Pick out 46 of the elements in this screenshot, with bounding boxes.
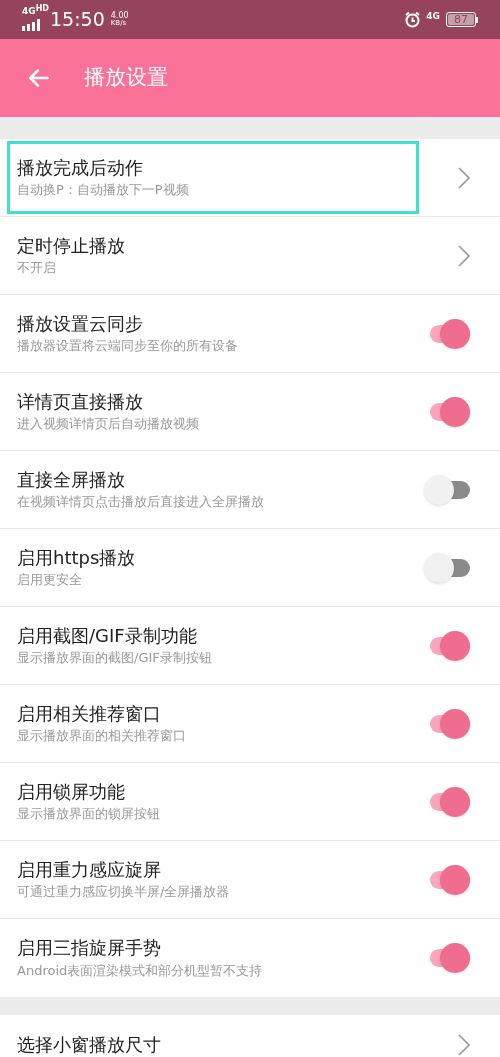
- setting-row[interactable]: 启用锁屏功能 显示播放界面的锁屏按钮: [0, 763, 500, 841]
- setting-subtitle: Android表面渲染模式和部分机型暂不支持: [17, 962, 264, 979]
- setting-subtitle: 显示播放界面的锁屏按钮: [17, 806, 161, 823]
- setting-title: 详情页直接播放: [17, 390, 144, 414]
- setting-row[interactable]: 选择小窗播放尺寸: [0, 1015, 500, 1057]
- setting-title: 启用相关推荐窗口: [17, 702, 162, 726]
- alarm-icon: [404, 11, 422, 28]
- setting-row[interactable]: 播放设置云同步 播放器设置将云端同步至你的所有设备: [0, 295, 500, 373]
- setting-title: 直接全屏播放: [17, 468, 126, 492]
- setting-row[interactable]: 启用截图/GIF录制功能 显示播放界面的截图/GIF录制按钮: [0, 607, 500, 685]
- network-type: 4G: [22, 5, 36, 18]
- setting-subtitle: 显示播放界面的相关推荐窗口: [17, 728, 187, 745]
- setting-title: 启用截图/GIF录制功能: [17, 624, 198, 648]
- setting-subtitle: 显示播放界面的截图/GIF录制按钮: [17, 650, 213, 667]
- setting-title: 播放完成后动作: [17, 156, 144, 180]
- setting-subtitle: 播放器设置将云端同步至你的所有设备: [17, 338, 239, 355]
- setting-subtitle: 不开启: [17, 260, 57, 277]
- setting-row[interactable]: 启用重力感应旋屏 可通过重力感应切换半屏/全屏播放器: [0, 841, 500, 919]
- chevron-icon: [458, 1034, 470, 1056]
- setting-title: 启用锁屏功能: [17, 780, 126, 804]
- setting-row[interactable]: 直接全屏播放 在视频详情页点击播放后直接进入全屏播放: [0, 451, 500, 529]
- chevron-icon: [458, 166, 470, 189]
- setting-subtitle: 启用更安全: [17, 572, 83, 589]
- chevron-icon: [458, 244, 470, 267]
- setting-title: 启用三指旋屏手势: [17, 937, 162, 960]
- toggle-switch[interactable]: [424, 552, 470, 583]
- setting-title: 播放设置云同步: [17, 312, 144, 336]
- setting-row[interactable]: 启用https播放 启用更安全: [0, 529, 500, 607]
- setting-title: 定时停止播放: [17, 234, 126, 258]
- setting-row[interactable]: 定时停止播放 不开启: [0, 217, 500, 295]
- setting-subtitle: 在视频详情页点击播放后直接进入全屏播放: [17, 494, 265, 511]
- battery-level: 87: [454, 14, 468, 25]
- setting-subtitle: 可通过重力感应切换半屏/全屏播放器: [17, 884, 231, 901]
- page-title: 播放设置: [84, 64, 168, 92]
- setting-row[interactable]: 启用相关推荐窗口 显示播放界面的相关推荐窗口: [0, 685, 500, 763]
- setting-row[interactable]: 详情页直接播放 进入视频详情页后自动播放视频: [0, 373, 500, 451]
- setting-row[interactable]: 启用三指旋屏手势 Android表面渲染模式和部分机型暂不支持: [0, 919, 500, 997]
- setting-subtitle: 进入视频详情页后自动播放视频: [17, 416, 200, 433]
- setting-title: 启用重力感应旋屏: [17, 858, 162, 882]
- clock-time: 15:50: [50, 7, 105, 33]
- network-speed: 4.00: [110, 12, 129, 20]
- hd-label: HD: [35, 4, 49, 13]
- mobile-data: 4G: [426, 9, 440, 23]
- setting-title: 选择小窗播放尺寸: [17, 1033, 162, 1057]
- toggle-switch[interactable]: [424, 474, 470, 505]
- setting-title: 启用https播放: [17, 546, 137, 570]
